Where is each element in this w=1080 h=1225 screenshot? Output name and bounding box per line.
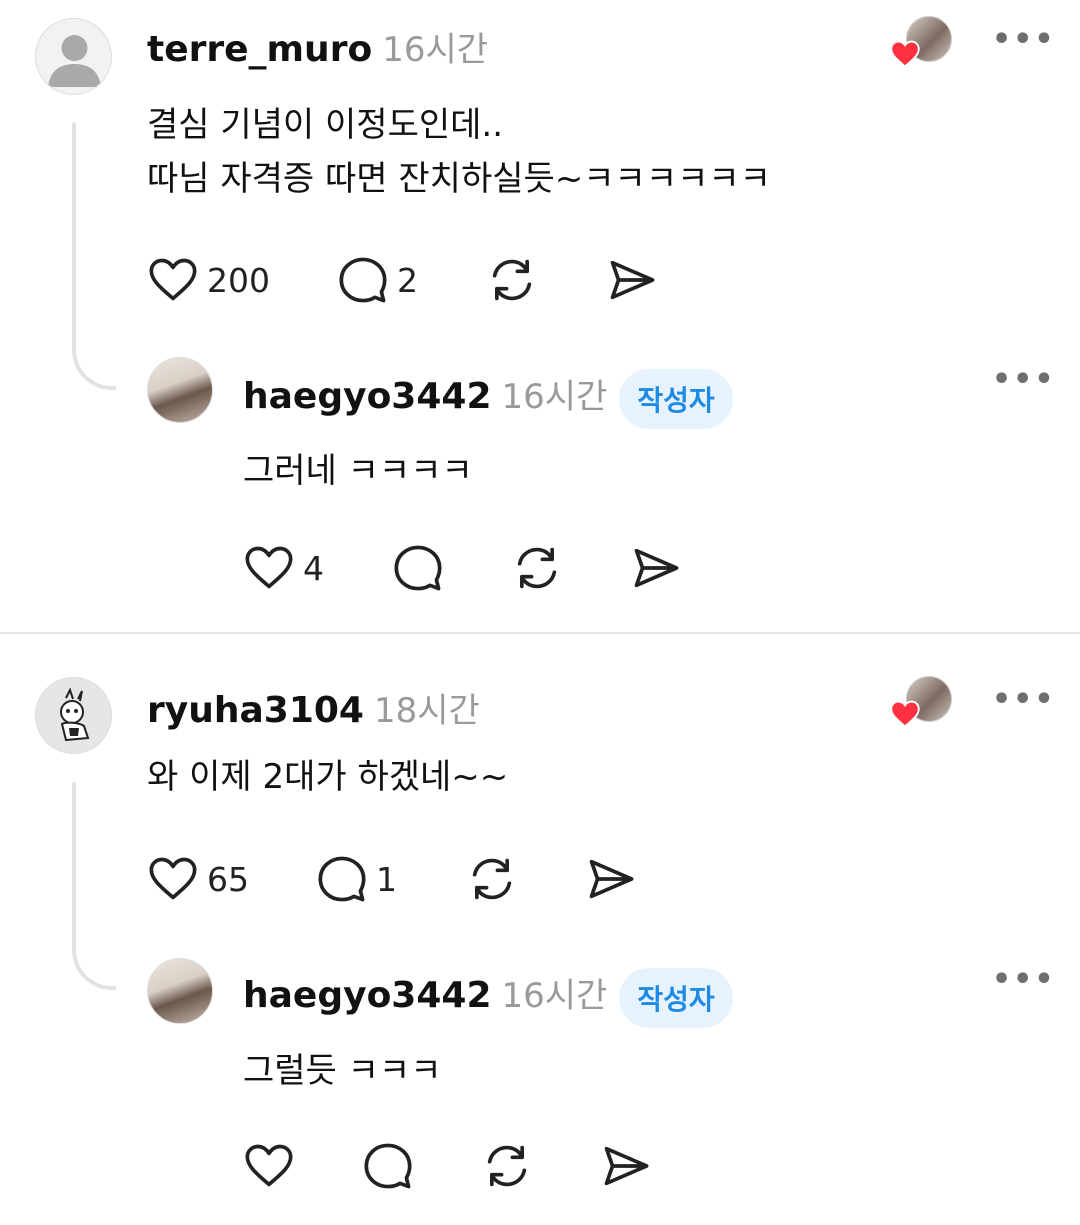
avatar-ryuha3104[interactable] [35,677,112,754]
reply-button[interactable]: 1 [316,853,397,905]
comment-header: terre_muro 16시간 [147,22,488,71]
red-heart-icon [890,40,920,68]
reply-username[interactable]: haegyo3442 [243,376,492,417]
like-count: 200 [207,260,270,300]
send-icon [610,260,655,300]
thread-connector [72,350,116,390]
reply-count: 1 [376,859,397,899]
like-button[interactable]: 4 [243,542,324,594]
heart-outline-icon [149,258,197,301]
thread-connector [72,950,116,990]
speech-bubble-icon [318,856,366,902]
more-options-button[interactable]: ••• [992,22,1056,57]
heart-outline-icon [149,857,197,900]
reply-header: haegyo3442 16시간 작성자 [243,369,733,429]
reply-text: 그럴듯 ㅋㅋㅋ [243,1051,442,1091]
author-badge: 작성자 [619,369,733,429]
repost-button[interactable] [511,542,563,594]
share-button[interactable] [630,542,682,594]
timestamp: 16시간 [382,30,489,70]
username[interactable]: terre_muro [147,29,372,70]
reply-button[interactable]: 2 [337,254,418,306]
repost-icon [472,858,512,900]
heart-outline-icon [245,1144,293,1187]
like-count: 65 [207,859,249,899]
timestamp: 18시간 [373,691,480,731]
avatar-haegyo3442[interactable] [147,357,213,423]
like-button[interactable] [243,1140,295,1192]
thread-line [72,782,76,952]
send-icon [604,1146,649,1186]
default-avatar-icon [48,35,101,87]
more-options-button[interactable]: ••• [992,682,1056,717]
send-icon [589,859,634,899]
share-button[interactable] [600,1140,652,1192]
red-heart-icon [890,700,920,728]
avatar-default[interactable] [35,18,112,95]
repost-icon [492,259,532,301]
reply-timestamp: 16시간 [501,377,608,417]
more-options-button[interactable]: ••• [992,362,1056,397]
reply-username[interactable]: haegyo3442 [243,975,492,1016]
repost-icon [487,1145,527,1187]
reply-count: 2 [397,260,418,300]
share-button[interactable] [585,853,637,905]
repost-icon [517,547,557,589]
reply-text: 그러네 ㅋㅋㅋㅋ [243,451,473,491]
more-options-button[interactable]: ••• [992,962,1056,997]
reply-header: haegyo3442 16시간 작성자 [243,968,733,1028]
send-icon [634,548,679,588]
reply-timestamp: 16시간 [501,976,608,1016]
username[interactable]: ryuha3104 [147,690,364,731]
comment-header: ryuha3104 18시간 [147,683,480,732]
comment-text: 와 이제 2대가 하겠네~~ [147,757,509,797]
author-badge: 작성자 [619,968,733,1028]
avatar-haegyo3442[interactable] [147,958,213,1024]
comment-divider [0,632,1080,634]
like-count: 4 [303,548,324,588]
like-button[interactable]: 65 [147,853,249,905]
like-button[interactable]: 200 [147,254,270,306]
reply-button[interactable] [362,1140,414,1192]
repost-button[interactable] [466,853,518,905]
repost-button[interactable] [486,254,538,306]
speech-bubble-icon [364,1143,412,1189]
thread-line [72,122,76,352]
heart-outline-icon [245,546,293,589]
repost-button[interactable] [481,1140,533,1192]
speech-bubble-icon [394,545,442,591]
reply-button[interactable] [392,542,444,594]
comment-text: 결심 기념이 이정도인데.. 따님 자격증 따면 잔치하실듯~ㅋㅋㅋㅋㅋㅋ [147,105,771,199]
speech-bubble-icon [339,257,387,303]
share-button[interactable] [606,254,658,306]
cartoon-avatar-icon [60,687,90,742]
